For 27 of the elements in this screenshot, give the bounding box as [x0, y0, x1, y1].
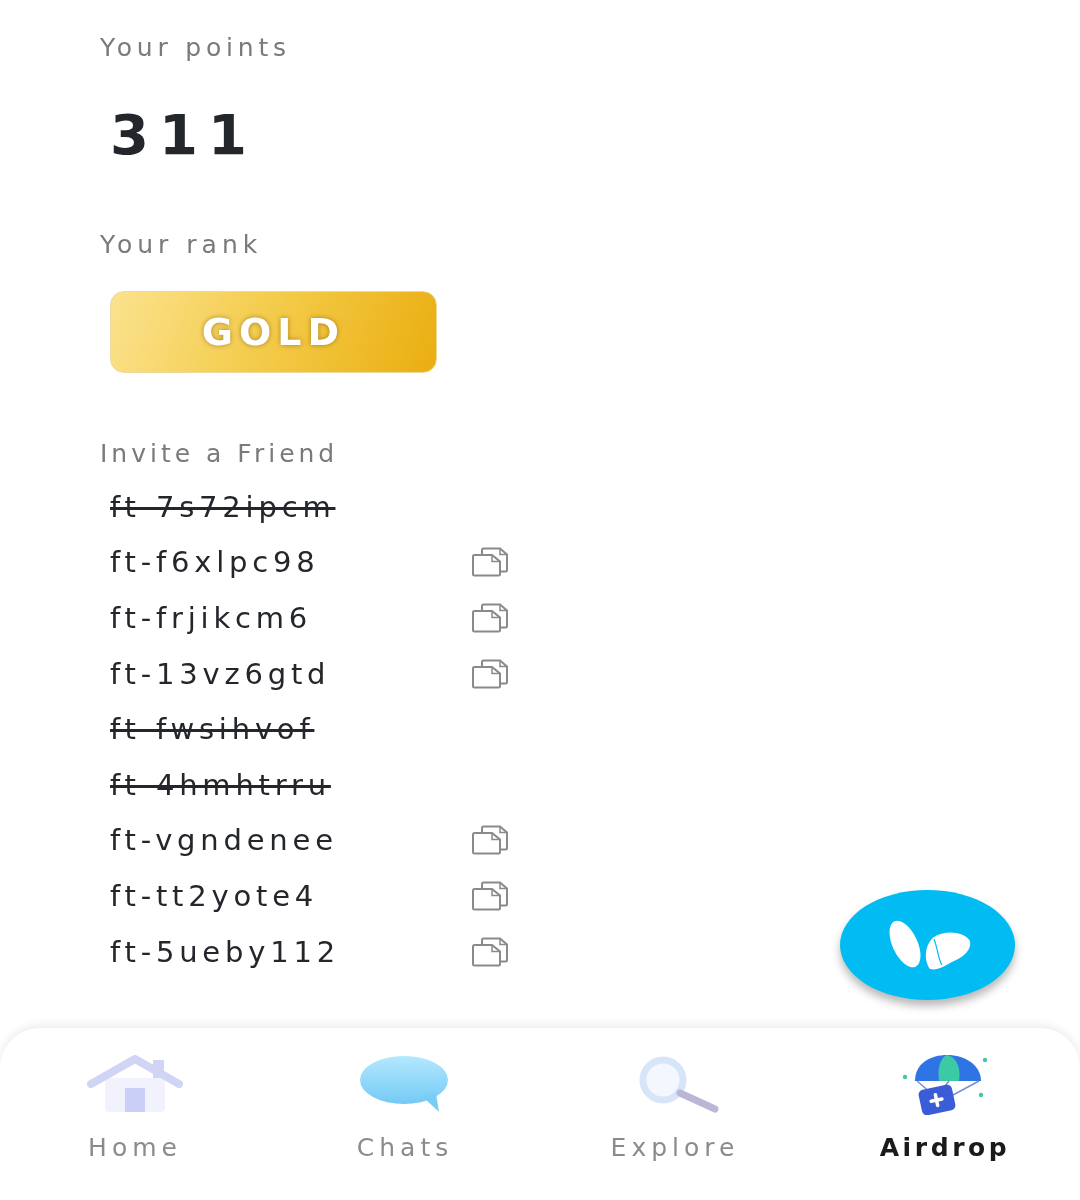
- points-label: Your points: [100, 33, 291, 63]
- invite-code: ft-f6xlpc98: [110, 545, 320, 580]
- copy-icon[interactable]: [471, 825, 509, 856]
- invite-code: ft-frjikcm6: [110, 601, 313, 635]
- invite-code: ft-vgndenee: [110, 823, 338, 858]
- invite-code: ft-fwsihvof: [110, 712, 315, 747]
- nav-tab[interactable]: Explore: [604, 1052, 746, 1167]
- copy-icon[interactable]: [471, 880, 509, 911]
- invite-code: ft-5ueby112: [110, 934, 340, 969]
- rank-badge: GOLD: [110, 291, 437, 373]
- invite-code: ft-4hmhtrru: [110, 767, 331, 802]
- copy-icon[interactable]: [471, 603, 509, 633]
- parachute-icon: [901, 1053, 989, 1115]
- invite-code: ft-7s72ipcm: [110, 489, 336, 524]
- copy-icon[interactable]: [471, 547, 509, 578]
- speech-bubble-icon: [359, 1055, 451, 1113]
- invite-code: ft-13vz6gtd: [110, 656, 331, 691]
- nav-tab[interactable]: Home: [79, 1052, 191, 1167]
- copy-icon[interactable]: [471, 936, 509, 967]
- copy-icon[interactable]: [471, 658, 509, 689]
- nav-tab[interactable]: Airdrop: [873, 1052, 1017, 1167]
- invite-code: ft-tt2yote4: [110, 878, 319, 913]
- home-icon: [85, 1054, 185, 1114]
- points-value: 311: [110, 101, 257, 169]
- invite-heading: Invite a Friend: [100, 439, 339, 469]
- nav-tab[interactable]: Chats: [350, 1052, 460, 1167]
- rank-label: Your rank: [100, 230, 263, 260]
